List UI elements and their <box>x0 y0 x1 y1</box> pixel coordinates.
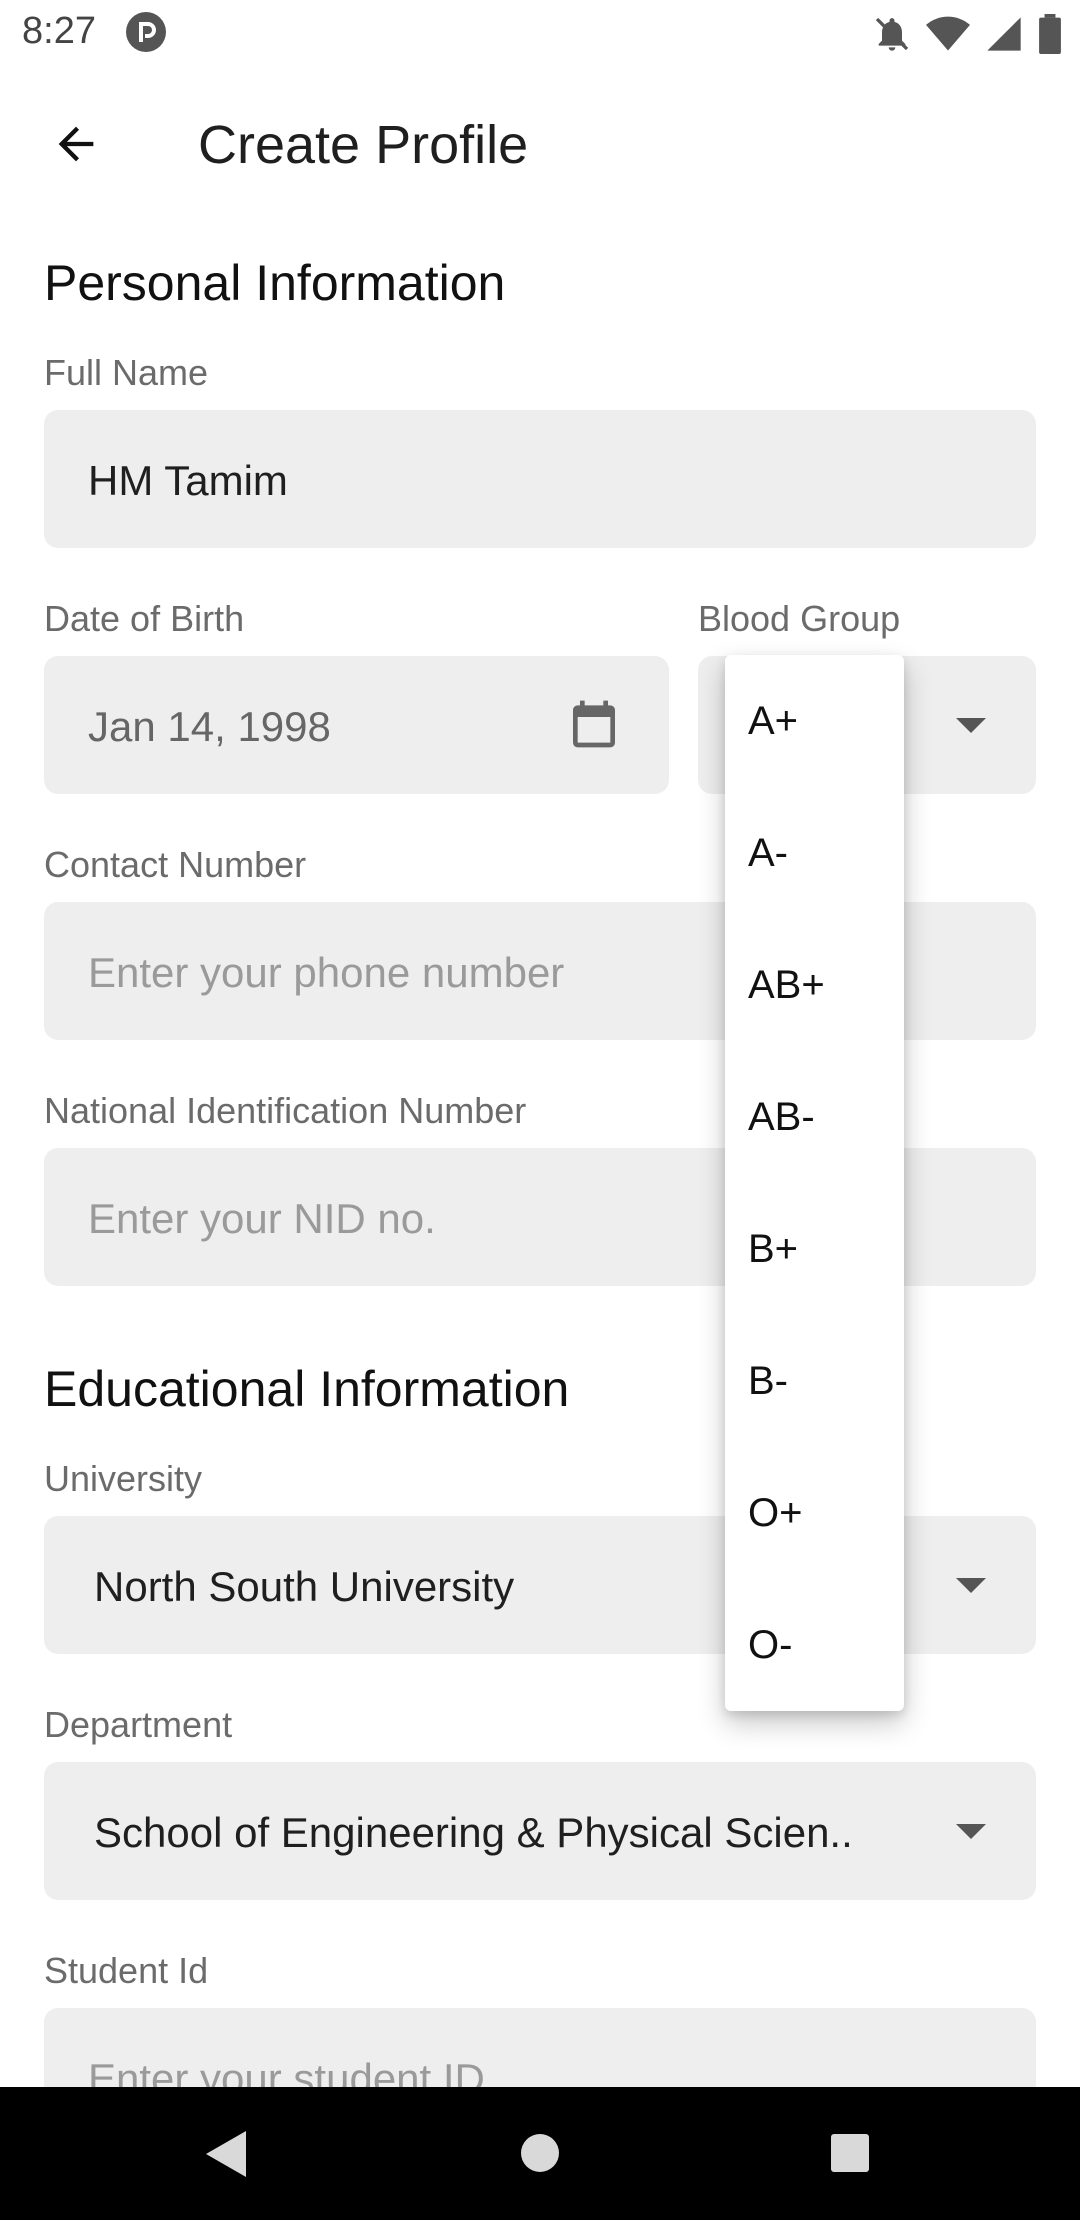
wifi-icon <box>926 16 970 51</box>
recents-square-icon[interactable] <box>830 2133 870 2173</box>
nid-placeholder: Enter your NID no. <box>88 1195 436 1242</box>
notifications-off-icon <box>875 17 909 51</box>
chevron-down-icon <box>956 1824 986 1839</box>
nid-label: National Identification Number <box>44 1090 527 1131</box>
student-id-label: Student Id <box>44 1950 209 1991</box>
contact-placeholder: Enter your phone number <box>88 949 565 996</box>
blood-option-o-neg[interactable]: O- <box>748 1623 792 1668</box>
dob-value: Jan 14, 1998 <box>88 703 331 750</box>
department-dropdown[interactable]: School of Engineering & Physical Scien.. <box>44 1762 1036 1900</box>
department-label: Department <box>44 1704 233 1745</box>
full-name-value: HM Tamim <box>88 457 288 504</box>
signal-icon <box>987 17 1021 51</box>
back-triangle-icon[interactable] <box>200 2127 250 2181</box>
university-label: University <box>44 1458 203 1499</box>
system-nav-bar <box>0 2087 1080 2220</box>
blood-option-a-neg[interactable]: A- <box>748 831 788 876</box>
blood-option-ab-neg[interactable]: AB- <box>748 1095 815 1140</box>
dob-field[interactable]: Jan 14, 1998 <box>44 656 669 794</box>
chevron-down-icon <box>956 718 986 733</box>
app-notification-icon <box>126 12 166 52</box>
home-circle-icon[interactable] <box>520 2133 560 2173</box>
department-value: School of Engineering & Physical Scien.. <box>94 1809 853 1856</box>
full-name-label: Full Name <box>44 352 209 393</box>
page-title: Create Profile <box>198 115 529 175</box>
contact-label: Contact Number <box>44 844 307 885</box>
dob-label: Date of Birth <box>44 598 245 639</box>
blood-group-label: Blood Group <box>698 598 901 639</box>
university-value: North South University <box>94 1563 515 1610</box>
section-title-education: Educational Information <box>44 1361 570 1417</box>
status-icons <box>872 14 1062 54</box>
full-name-field[interactable]: HM Tamim <box>44 410 1036 548</box>
chevron-down-icon <box>956 1578 986 1593</box>
blood-option-o-pos[interactable]: O+ <box>748 1491 802 1536</box>
section-title-personal: Personal Information <box>44 255 506 311</box>
blood-group-menu: A+ A- AB+ AB- B+ B- O+ O- <box>725 655 904 1711</box>
calendar-icon[interactable] <box>566 696 622 752</box>
arrow-back-icon <box>58 126 94 162</box>
blood-option-b-pos[interactable]: B+ <box>748 1227 798 1272</box>
battery-icon <box>1039 14 1061 54</box>
blood-option-b-neg[interactable]: B- <box>748 1359 788 1404</box>
back-button[interactable] <box>40 108 112 180</box>
blood-option-ab-pos[interactable]: AB+ <box>748 963 825 1008</box>
status-time: 8:27 <box>22 10 96 52</box>
blood-option-a-pos[interactable]: A+ <box>748 699 798 744</box>
